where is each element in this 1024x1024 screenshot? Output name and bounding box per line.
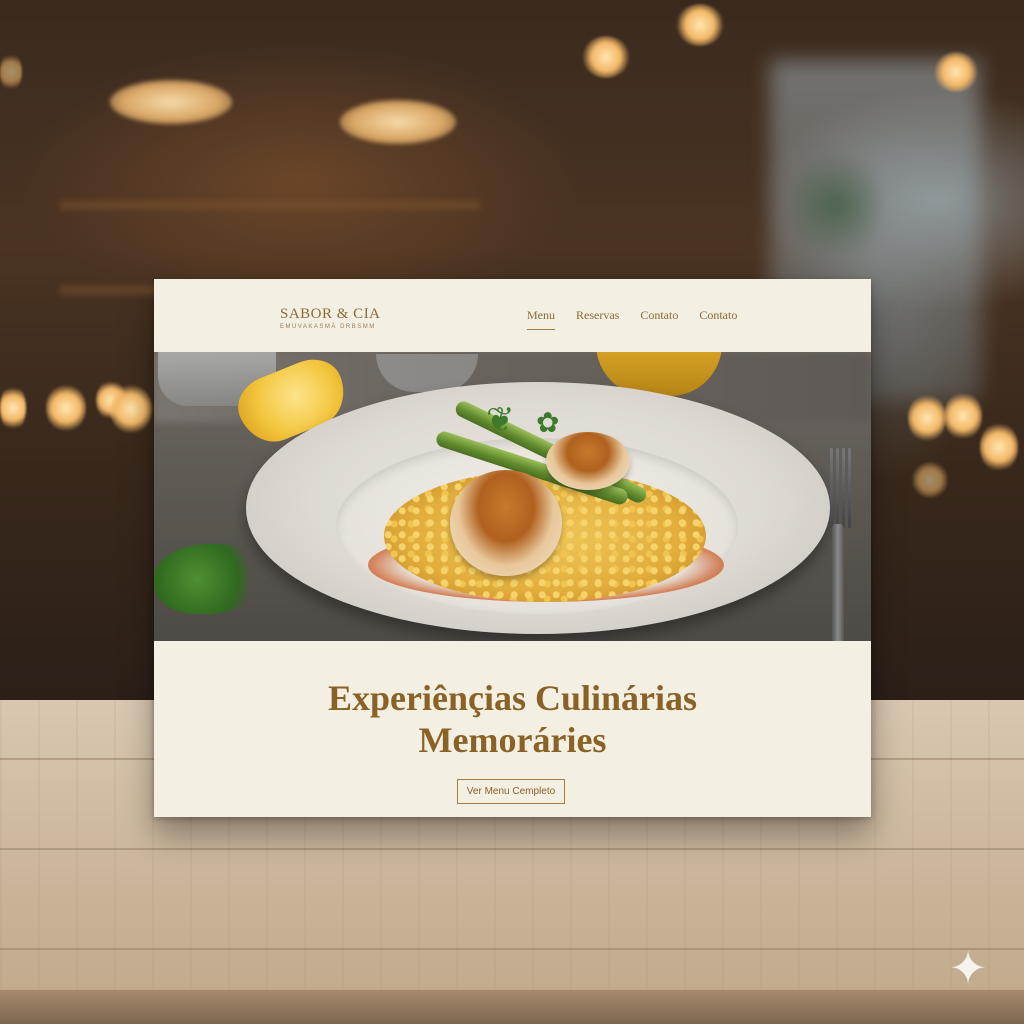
plank-seam	[0, 948, 1024, 950]
candle-light	[980, 422, 1018, 472]
candle-light	[110, 384, 152, 434]
scallop	[546, 432, 630, 490]
main-nav: Menu Reservas Contato Contato	[527, 308, 758, 330]
candle-light	[46, 384, 86, 432]
nav-item-contato-2[interactable]: Contato	[699, 308, 737, 330]
website-mockup: SABOR & CIA EMUVAKASMÄ DRBSMM Menu Reser…	[154, 279, 871, 817]
nav-item-contato[interactable]: Contato	[640, 308, 678, 330]
bokeh-light	[934, 52, 978, 92]
nav-item-menu[interactable]: Menu	[527, 308, 555, 330]
hero-title-line1: Experiênçias Culinárias	[327, 678, 698, 718]
hero-image: ❦ ✿	[154, 352, 871, 641]
shelf	[60, 200, 480, 210]
candle-light	[908, 394, 946, 442]
bokeh-light	[582, 36, 630, 78]
brand-name: SABOR & CIA	[280, 306, 381, 322]
plank-seam	[0, 848, 1024, 850]
nav-item-reservas[interactable]: Reservas	[576, 308, 619, 330]
parsley-sprig	[154, 544, 262, 614]
candle-light	[944, 392, 982, 440]
table-edge	[0, 990, 1024, 1024]
candle-light	[0, 384, 26, 432]
hero-title-line2: Memoráries	[418, 720, 607, 760]
bokeh-light	[0, 52, 22, 92]
site-header: SABOR & CIA EMUVAKASMÄ DRBSMM Menu Reser…	[154, 279, 871, 352]
pendant-lamp	[110, 80, 232, 124]
fork	[824, 448, 856, 641]
scallop	[450, 470, 562, 576]
herb-garnish: ❦	[486, 402, 515, 439]
plant-blur	[790, 140, 880, 270]
view-full-menu-button[interactable]: Ver Menu Cempleto	[457, 779, 565, 804]
sparkle-icon: ✦	[948, 941, 988, 995]
brand-tagline: EMUVAKASMÄ DRBSMM	[280, 324, 376, 330]
hero-text-section: Experiênçias Culinárias Memoráries Ver M…	[154, 641, 871, 817]
candle-light	[912, 462, 948, 498]
pendant-lamp	[340, 100, 456, 144]
brand-logo[interactable]: SABOR & CIA EMUVAKASMÄ DRBSMM	[280, 306, 381, 330]
herb-garnish: ✿	[536, 408, 560, 439]
bokeh-light	[676, 4, 724, 46]
hero-title: Experiênçias Culinárias Memoráries	[154, 677, 871, 761]
